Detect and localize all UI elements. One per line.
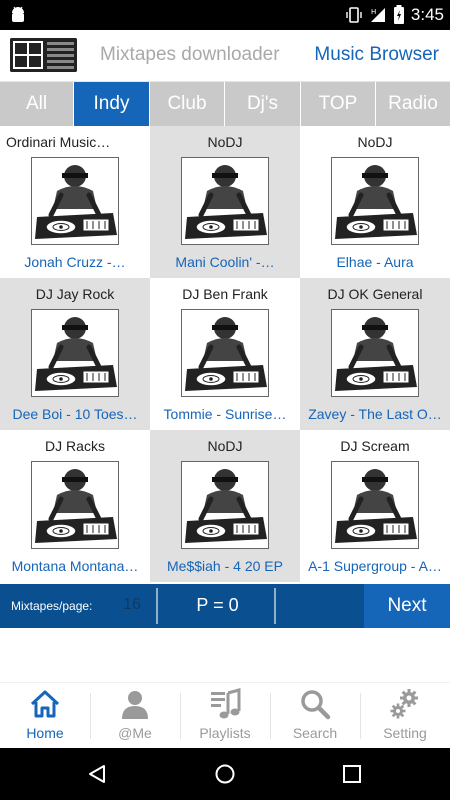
category-tabs: All Indy Club Dj's TOP Radio [0,82,450,126]
clock: 3:45 [410,5,444,24]
dj-cover-art [181,309,269,397]
mixtape-title: Mani Coolin' -… [175,254,275,270]
dj-name: Ordinari Music… [6,134,111,150]
mixtape-card[interactable]: Ordinari Music… Jonah Cruzz -… [0,126,150,278]
mixtape-grid: Ordinari Music… Jonah Cruzz -… NoDJ Mani… [0,126,450,582]
dj-cover-art [181,157,269,245]
gear-icon [390,689,418,719]
dj-cover-art [31,309,119,397]
nav-home[interactable]: Home [0,683,90,749]
divider [156,588,158,624]
nav-label: @Me [118,725,152,741]
mixtape-title: Elhae - Aura [336,254,414,270]
back-icon[interactable] [86,763,108,785]
app-bar: Mixtapes downloader Music Browser [0,30,450,82]
dj-name: DJ Scream [340,438,410,454]
playlist-icon [211,688,241,719]
system-navigation-bar [0,748,450,800]
page-indicator: P = 0 [196,595,239,615]
dj-cover-art [331,309,419,397]
dj-cover-art [31,157,119,245]
nav-me[interactable]: @Me [90,683,180,749]
dj-name: NoDJ [207,438,243,454]
divider [274,588,276,624]
mixtape-title: Zavey - The Last O… [308,406,442,422]
per-page-input[interactable]: 16 [113,596,151,614]
mixtape-card[interactable]: DJ OK General Zavey - The Last O… [300,278,450,430]
svg-text:H: H [371,8,376,16]
mixtape-card[interactable]: DJ Racks Montana Montana… [0,430,150,582]
mixtape-card[interactable]: NoDJ Me$$iah - 4 20 EP [150,430,300,582]
per-page-label: Mixtapes/page: [11,599,93,613]
home-icon [30,690,60,718]
mixtape-card[interactable]: NoDJ Elhae - Aura [300,126,450,278]
tab-club[interactable]: Club [150,82,225,126]
mixtape-title: Dee Boi - 10 Toes… [12,406,138,422]
dj-cover-art [331,157,419,245]
nav-search[interactable]: Search [270,683,360,749]
app-subtitle: Mixtapes downloader [100,44,280,65]
mixtape-title: Montana Montana… [11,558,139,574]
status-bar: H 3:45 [0,0,450,30]
tab-djs[interactable]: Dj's [225,82,301,126]
tab-indy[interactable]: Indy [74,82,150,126]
mixtape-title: Me$$iah - 4 20 EP [167,558,283,574]
dj-name: DJ Ben Frank [182,286,268,302]
dj-cover-art [331,461,419,549]
battery-icon [393,5,404,24]
pager-bar: Mixtapes/page: 16 P = 0 Next [0,584,450,628]
tab-radio[interactable]: Radio [376,82,450,126]
bottom-navigation: Home @Me Playlists Search Setting [0,682,450,748]
nav-setting[interactable]: Setting [360,683,450,749]
nav-label: Search [292,725,338,741]
recents-icon[interactable] [342,764,362,784]
nav-label: Home [26,725,64,741]
mixtape-title: A-1 Supergroup - A… [308,558,442,574]
nav-label: Playlists [199,725,251,741]
signal-icon: H [370,8,385,22]
dj-cover-art [181,461,269,549]
next-button[interactable]: Next [364,584,450,628]
home-circle-icon[interactable] [214,763,236,785]
mixtape-card[interactable]: DJ Ben Frank Tommie - Sunrise… [150,278,300,430]
tab-top[interactable]: TOP [301,82,376,126]
music-browser-link[interactable]: Music Browser [314,44,439,66]
search-icon [301,690,331,720]
mixtape-title: Jonah Cruzz -… [24,254,126,270]
nav-playlists[interactable]: Playlists [180,683,270,749]
vibrate-icon [346,7,362,23]
mixtape-card[interactable]: DJ Scream A-1 Supergroup - A… [300,430,450,582]
dj-name: DJ OK General [327,286,423,302]
grid-list-toggle-icon[interactable] [10,38,77,72]
mixtape-card[interactable]: DJ Jay Rock Dee Boi - 10 Toes… [0,278,150,430]
mixtape-card[interactable]: NoDJ Mani Coolin' -… [150,126,300,278]
dj-name: DJ Racks [45,438,105,454]
dj-cover-art [31,461,119,549]
mixtape-title: Tommie - Sunrise… [163,406,287,422]
nav-label: Setting [383,725,427,741]
dj-name: NoDJ [207,134,243,150]
android-debug-icon [12,6,24,22]
dj-name: NoDJ [357,134,393,150]
tab-all[interactable]: All [0,82,74,126]
dj-name: DJ Jay Rock [35,286,115,302]
user-icon [122,691,148,719]
